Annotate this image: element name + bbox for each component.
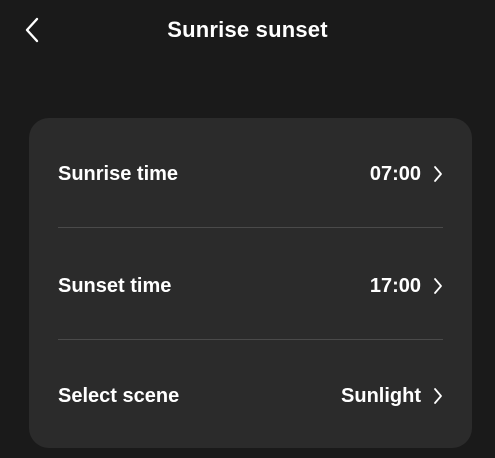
select-scene-value: Sunlight bbox=[341, 385, 421, 407]
select-scene-label: Select scene bbox=[58, 385, 180, 407]
select-scene-row[interactable]: Select scene Sunlight bbox=[29, 340, 472, 452]
chevron-right-icon bbox=[433, 387, 443, 405]
sunset-time-label: Sunset time bbox=[58, 275, 172, 297]
sunrise-time-value: 07:00 bbox=[369, 163, 421, 185]
settings-card: Sunrise time 07:00 Sunset time 17:00 Sel… bbox=[29, 118, 472, 448]
sunset-time-value: 17:00 bbox=[369, 275, 421, 297]
header-bar: Sunrise sunset bbox=[0, 0, 495, 64]
page-title: Sunrise sunset bbox=[167, 17, 328, 42]
chevron-right-icon bbox=[433, 165, 443, 183]
sunset-time-row[interactable]: Sunset time 17:00 bbox=[29, 230, 472, 342]
sunrise-time-row[interactable]: Sunrise time 07:00 bbox=[29, 118, 472, 230]
sunrise-time-label: Sunrise time bbox=[58, 163, 179, 185]
chevron-right-icon bbox=[433, 277, 443, 295]
divider bbox=[58, 227, 443, 228]
